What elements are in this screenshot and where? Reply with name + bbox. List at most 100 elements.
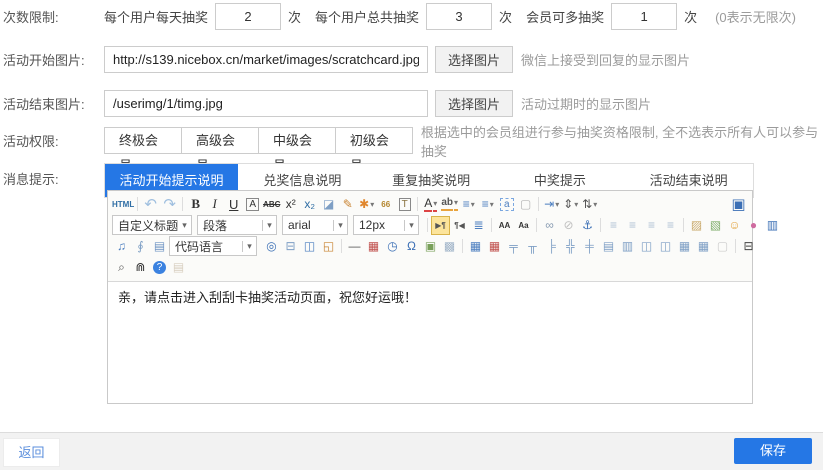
total-input[interactable] bbox=[426, 3, 492, 30]
save-button[interactable]: 保存 bbox=[734, 438, 812, 464]
to-lowercase-icon[interactable]: Aa bbox=[514, 216, 533, 235]
indent-icon[interactable]: ⇥▾ bbox=[542, 195, 561, 214]
split-cells-icon[interactable]: ▦ bbox=[675, 237, 694, 256]
permission-senior-member-button[interactable]: 高级会员 bbox=[181, 127, 259, 154]
direction-rtl-icon[interactable]: ¶◀ bbox=[450, 216, 469, 235]
print-icon[interactable]: ⊟ bbox=[739, 237, 758, 256]
music-icon-glyph: ♫ bbox=[117, 239, 126, 253]
direction-ltr-icon[interactable]: ▶¶ bbox=[431, 216, 450, 235]
split-rows-icon[interactable]: ◫ bbox=[637, 237, 656, 256]
code-language-select[interactable]: 代码语言▾ bbox=[169, 236, 257, 256]
delete-col-icon[interactable]: ▥ bbox=[618, 237, 637, 256]
insert-doc-icon[interactable]: ▤ bbox=[150, 237, 169, 256]
subscript-icon[interactable]: x₂ bbox=[300, 195, 319, 214]
custom-title-select[interactable]: 自定义标题▾ bbox=[112, 215, 192, 235]
blockquote-icon[interactable]: 66 bbox=[376, 195, 395, 214]
align-center-icon[interactable]: ≡ bbox=[623, 216, 642, 235]
merge-right-icon[interactable]: ╬ bbox=[561, 237, 580, 256]
insert-image-icon[interactable]: ▨ bbox=[687, 216, 706, 235]
blank-doc-icon[interactable]: ▢ bbox=[516, 195, 535, 214]
insert-col-icon[interactable]: ╞ bbox=[542, 237, 561, 256]
merge-down-icon[interactable]: ╪ bbox=[580, 237, 599, 256]
start-image-pick-button[interactable]: 选择图片 bbox=[435, 46, 513, 73]
insert-time-icon[interactable]: ◷ bbox=[383, 237, 402, 256]
delete-table-icon[interactable]: ▦ bbox=[485, 237, 504, 256]
unordered-list-icon[interactable]: ≡▾ bbox=[478, 195, 497, 214]
preview-icon[interactable]: ⌕ bbox=[112, 258, 131, 277]
font-family-select[interactable]: arial▾ bbox=[282, 215, 348, 235]
scrawl-palette-icon[interactable]: ● bbox=[744, 216, 763, 235]
to-uppercase-icon[interactable]: AA bbox=[495, 216, 514, 235]
member-extra-input[interactable] bbox=[611, 3, 677, 30]
emotion-icon[interactable]: ☺ bbox=[725, 216, 744, 235]
rich-media-icon[interactable]: ▣ bbox=[421, 237, 440, 256]
superscript-icon[interactable]: x² bbox=[281, 195, 300, 214]
underline-icon[interactable]: U bbox=[224, 195, 243, 214]
insert-date-icon[interactable]: ▦ bbox=[364, 237, 383, 256]
font-color-icon[interactable]: A▾ bbox=[421, 195, 440, 214]
unlink-icon[interactable]: ⊘ bbox=[559, 216, 578, 235]
anchor-icon-glyph: ⚓ bbox=[582, 218, 593, 232]
eraser-icon[interactable]: ◪ bbox=[319, 195, 338, 214]
ordered-list-icon[interactable]: ≡▾ bbox=[459, 195, 478, 214]
permission-junior-member-button[interactable]: 初级会员 bbox=[335, 127, 413, 154]
align-right-icon[interactable]: ≡ bbox=[642, 216, 661, 235]
char-border-icon[interactable]: A bbox=[243, 195, 262, 214]
delete-row-icon[interactable]: ▤ bbox=[599, 237, 618, 256]
page-doc-icon[interactable]: ▢ bbox=[713, 237, 732, 256]
start-image-input[interactable] bbox=[104, 46, 428, 73]
bold-icon[interactable]: B bbox=[186, 195, 205, 214]
redo-icon[interactable]: ↷ bbox=[160, 195, 179, 214]
pagebreak-icon[interactable]: ⊟ bbox=[281, 237, 300, 256]
fullscreen-icon[interactable]: ▣ bbox=[729, 195, 748, 214]
font-size-select[interactable]: 12px▾ bbox=[353, 215, 419, 235]
paste-icon[interactable]: ▤ bbox=[169, 258, 188, 277]
permission-ultimate-member-button[interactable]: 终极会员 bbox=[104, 127, 182, 154]
screenshot-icon[interactable]: ◱ bbox=[319, 237, 338, 256]
help-icon[interactable]: ? bbox=[150, 258, 169, 277]
attachment-icon[interactable]: ∮ bbox=[131, 237, 150, 256]
anchor-icon[interactable]: ⚓ bbox=[578, 216, 597, 235]
html-source-icon[interactable]: HTML bbox=[112, 195, 134, 214]
chevron-down-icon: ▾ bbox=[433, 197, 437, 212]
merge-down-icon-glyph: ╪ bbox=[585, 239, 594, 253]
special-chars-icon[interactable]: Ω bbox=[402, 237, 421, 256]
paragraph-spacing-icon[interactable]: ⇅▾ bbox=[580, 195, 599, 214]
toolbar-row-4: ⌕ ⋒?▤ bbox=[112, 257, 748, 277]
auto-typeset-icon[interactable]: ✱▾ bbox=[357, 195, 376, 214]
permission-middle-member-button[interactable]: 中级会员 bbox=[258, 127, 336, 154]
editor-content[interactable]: 亲，请点击进入刮刮卡抽奖活动页面，祝您好运哦！ bbox=[108, 282, 752, 415]
insert-code-icon[interactable]: ◎ bbox=[262, 237, 281, 256]
align-justify-icon[interactable]: ≡ bbox=[661, 216, 680, 235]
line-spacing-icon[interactable]: ⇕▾ bbox=[561, 195, 580, 214]
music-icon[interactable]: ♫ bbox=[112, 237, 131, 256]
italic-icon[interactable]: I bbox=[205, 195, 224, 214]
insert-table-icon[interactable]: ▦ bbox=[466, 237, 485, 256]
format-brush-icon[interactable]: ✎ bbox=[338, 195, 357, 214]
chevron-down-icon: ▾ bbox=[177, 220, 191, 231]
insert-row-icon[interactable]: ╥ bbox=[523, 237, 542, 256]
split-cols-icon[interactable]: ◫ bbox=[656, 237, 675, 256]
per-day-input[interactable] bbox=[215, 3, 281, 30]
strikethrough-icon[interactable]: ABC bbox=[262, 195, 281, 214]
undo-icon[interactable]: ↶ bbox=[141, 195, 160, 214]
horizontal-rule-icon[interactable]: — bbox=[345, 237, 364, 256]
columns-icon[interactable]: ◫ bbox=[300, 237, 319, 256]
end-image-pick-button[interactable]: 选择图片 bbox=[435, 90, 513, 117]
back-button[interactable]: 返回 bbox=[3, 438, 60, 467]
insert-video-icon[interactable]: ▥ bbox=[763, 216, 782, 235]
map-icon[interactable]: ▩ bbox=[440, 237, 459, 256]
merge-cells-icon[interactable]: ▦ bbox=[694, 237, 713, 256]
paste-as-text-icon[interactable]: T bbox=[395, 195, 414, 214]
align-left-icon[interactable]: ≡ bbox=[604, 216, 623, 235]
anchor-ref-icon[interactable]: a bbox=[497, 195, 516, 214]
end-image-input[interactable] bbox=[104, 90, 428, 117]
table-title-icon[interactable]: ╤ bbox=[504, 237, 523, 256]
find-replace-icon[interactable]: ⋒ bbox=[131, 258, 150, 277]
preview-icon-glyph: ⌕ bbox=[118, 260, 125, 275]
highlight-color-icon[interactable]: ab▾ bbox=[440, 195, 459, 214]
link-icon[interactable]: ∞ bbox=[540, 216, 559, 235]
snapscreen-image-icon[interactable]: ▧ bbox=[706, 216, 725, 235]
paragraph-select[interactable]: 段落▾ bbox=[197, 215, 277, 235]
paragraph-format-icon[interactable]: ≣ bbox=[469, 216, 488, 235]
